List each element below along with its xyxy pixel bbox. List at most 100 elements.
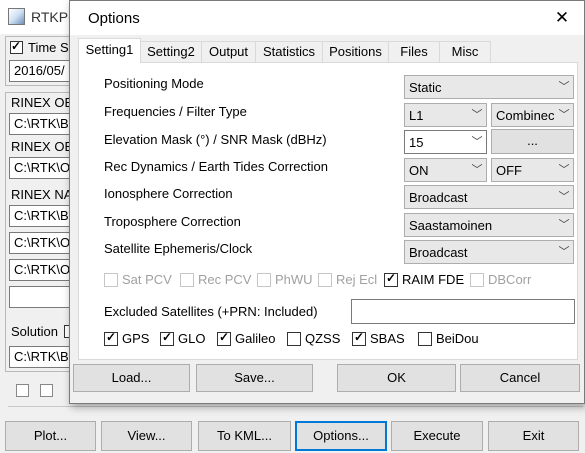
raim-fde-checkbox[interactable]: RAIM FDE: [384, 271, 470, 289]
nav-path-2[interactable]: C:\RTK\O: [9, 232, 71, 254]
options-button[interactable]: Options...: [295, 421, 387, 451]
checkbox-box: [384, 271, 398, 287]
dialog-title-bar: Options ✕: [70, 1, 584, 35]
gps-checkbox[interactable]: GPS: [104, 330, 152, 348]
tab-setting1[interactable]: Setting1: [78, 38, 141, 63]
base-obs-path[interactable]: C:\RTK\O: [9, 157, 71, 179]
status-checkbox-2[interactable]: [40, 384, 53, 397]
checkbox-box: [418, 332, 432, 346]
rinex-obs-base-label: RINEX OB: [11, 139, 74, 154]
filter-type-value: Combinec: [496, 108, 555, 123]
elevation-mask-value: 15: [409, 135, 424, 150]
positioning-mode-value: Static: [409, 80, 442, 95]
rinex-obs-rover-label: RINEX OB: [11, 95, 74, 110]
rej-ecl-checkbox[interactable]: Rej Ecl: [318, 271, 382, 289]
tab-misc[interactable]: Misc: [439, 41, 491, 62]
ephemeris-label: Satellite Ephemeris/Clock: [104, 241, 253, 256]
to-kml-button[interactable]: To KML...: [198, 421, 291, 451]
rec-pcv-checkbox[interactable]: Rec PCV: [180, 271, 251, 289]
solution-path[interactable]: C:\RTK\B: [9, 346, 71, 368]
galileo-checkbox[interactable]: Galileo: [217, 330, 281, 348]
plot-button[interactable]: Plot...: [5, 421, 96, 451]
tab-output[interactable]: Output: [201, 41, 256, 62]
snr-mask-button[interactable]: ...: [491, 129, 574, 154]
load-button[interactable]: Load...: [73, 364, 190, 392]
ephemeris-select[interactable]: Broadcast ﹀: [404, 240, 574, 264]
tab-files[interactable]: Files: [388, 41, 440, 62]
app-icon: [8, 8, 25, 25]
time-start-checkbox[interactable]: [10, 39, 23, 54]
execute-button[interactable]: Execute: [391, 421, 483, 451]
elevation-mask-select[interactable]: 15 ﹀: [404, 130, 487, 154]
positioning-mode-label: Positioning Mode: [104, 76, 204, 91]
options-dialog: Options ✕ Setting1 Setting2 Output Stati…: [69, 0, 585, 404]
qzss-checkbox[interactable]: QZSS: [287, 330, 347, 348]
beidou-checkbox[interactable]: BeiDou: [418, 330, 484, 348]
sbas-label: SBAS: [370, 331, 405, 346]
nav-path-4[interactable]: [9, 286, 71, 308]
beidou-label: BeiDou: [436, 331, 479, 346]
troposphere-label: Troposphere Correction: [104, 214, 241, 229]
troposphere-select[interactable]: Saastamoinen ﹀: [404, 213, 574, 237]
sat-pcv-label: Sat PCV: [122, 272, 172, 287]
chevron-down-icon: ﹀: [555, 104, 573, 126]
status-checkbox-1[interactable]: [16, 384, 29, 397]
chevron-down-icon: ﹀: [555, 241, 573, 263]
tab-setting2[interactable]: Setting2: [140, 41, 202, 62]
save-button[interactable]: Save...: [196, 364, 313, 392]
positioning-mode-select[interactable]: Static ﹀: [404, 75, 574, 99]
cancel-button[interactable]: Cancel: [460, 364, 580, 392]
rec-dynamics-label: Rec Dynamics / Earth Tides Correction: [104, 159, 328, 174]
checkbox-box: [257, 273, 271, 287]
excluded-satellites-input[interactable]: [351, 299, 575, 324]
rec-dynamics-select[interactable]: ON ﹀: [404, 158, 487, 182]
frequency-value: L1: [409, 108, 424, 123]
glo-checkbox[interactable]: GLO: [160, 330, 210, 348]
rej-ecl-label: Rej Ecl: [336, 272, 378, 287]
dbcorr-checkbox[interactable]: DBCorr: [470, 271, 536, 289]
rinex-nav-label: RINEX NA: [11, 187, 73, 202]
chevron-down-icon: ﹀: [468, 104, 486, 126]
tab-statistics[interactable]: Statistics: [255, 41, 323, 62]
filter-type-select[interactable]: Combinec ﹀: [491, 103, 574, 127]
galileo-label: Galileo: [235, 331, 276, 346]
setting1-panel: Positioning Mode Static ﹀ Frequencies / …: [78, 62, 578, 360]
ephemeris-value: Broadcast: [409, 245, 468, 260]
elevation-mask-label: Elevation Mask (°) / SNR Mask (dBHz): [104, 132, 327, 147]
checkbox-box: [287, 332, 301, 346]
raim-fde-label: RAIM FDE: [402, 272, 465, 287]
earth-tides-select[interactable]: OFF ﹀: [491, 158, 574, 182]
checkbox-box: [104, 330, 118, 346]
start-date-field[interactable]: 2016/05/: [9, 60, 71, 82]
frequencies-label: Frequencies / Filter Type: [104, 104, 247, 119]
phwu-checkbox[interactable]: PhWU: [257, 271, 317, 289]
chevron-down-icon: ﹀: [468, 131, 486, 153]
chevron-down-icon: ﹀: [468, 159, 486, 181]
chevron-down-icon: ﹀: [555, 76, 573, 98]
sbas-checkbox[interactable]: SBAS: [352, 330, 412, 348]
frequency-select[interactable]: L1 ﹀: [404, 103, 487, 127]
ionosphere-select[interactable]: Broadcast ﹀: [404, 185, 574, 209]
ok-button[interactable]: OK: [337, 364, 456, 392]
rec-dynamics-value: ON: [409, 163, 429, 178]
close-icon[interactable]: ✕: [540, 1, 584, 35]
chevron-down-icon: ﹀: [555, 159, 573, 181]
solution-label: Solution: [11, 324, 58, 339]
nav-path-3[interactable]: C:\RTK\O: [9, 259, 71, 281]
chevron-down-icon: ﹀: [555, 214, 573, 236]
rover-obs-path[interactable]: C:\RTK\B: [9, 113, 71, 135]
separator: [8, 406, 583, 407]
checkbox-box: [352, 330, 366, 346]
earth-tides-value: OFF: [496, 163, 522, 178]
phwu-label: PhWU: [275, 272, 313, 287]
checkbox-box: [217, 330, 231, 346]
troposphere-value: Saastamoinen: [409, 218, 493, 233]
tab-positions[interactable]: Positions: [322, 41, 389, 62]
checkbox-box: [470, 273, 484, 287]
sat-pcv-checkbox[interactable]: Sat PCV: [104, 271, 174, 289]
view-button[interactable]: View...: [101, 421, 192, 451]
ionosphere-value: Broadcast: [409, 190, 468, 205]
excluded-satellites-label: Excluded Satellites (+PRN: Included): [104, 304, 318, 319]
exit-button[interactable]: Exit: [488, 421, 579, 451]
nav-path-1[interactable]: C:\RTK\B: [9, 205, 71, 227]
